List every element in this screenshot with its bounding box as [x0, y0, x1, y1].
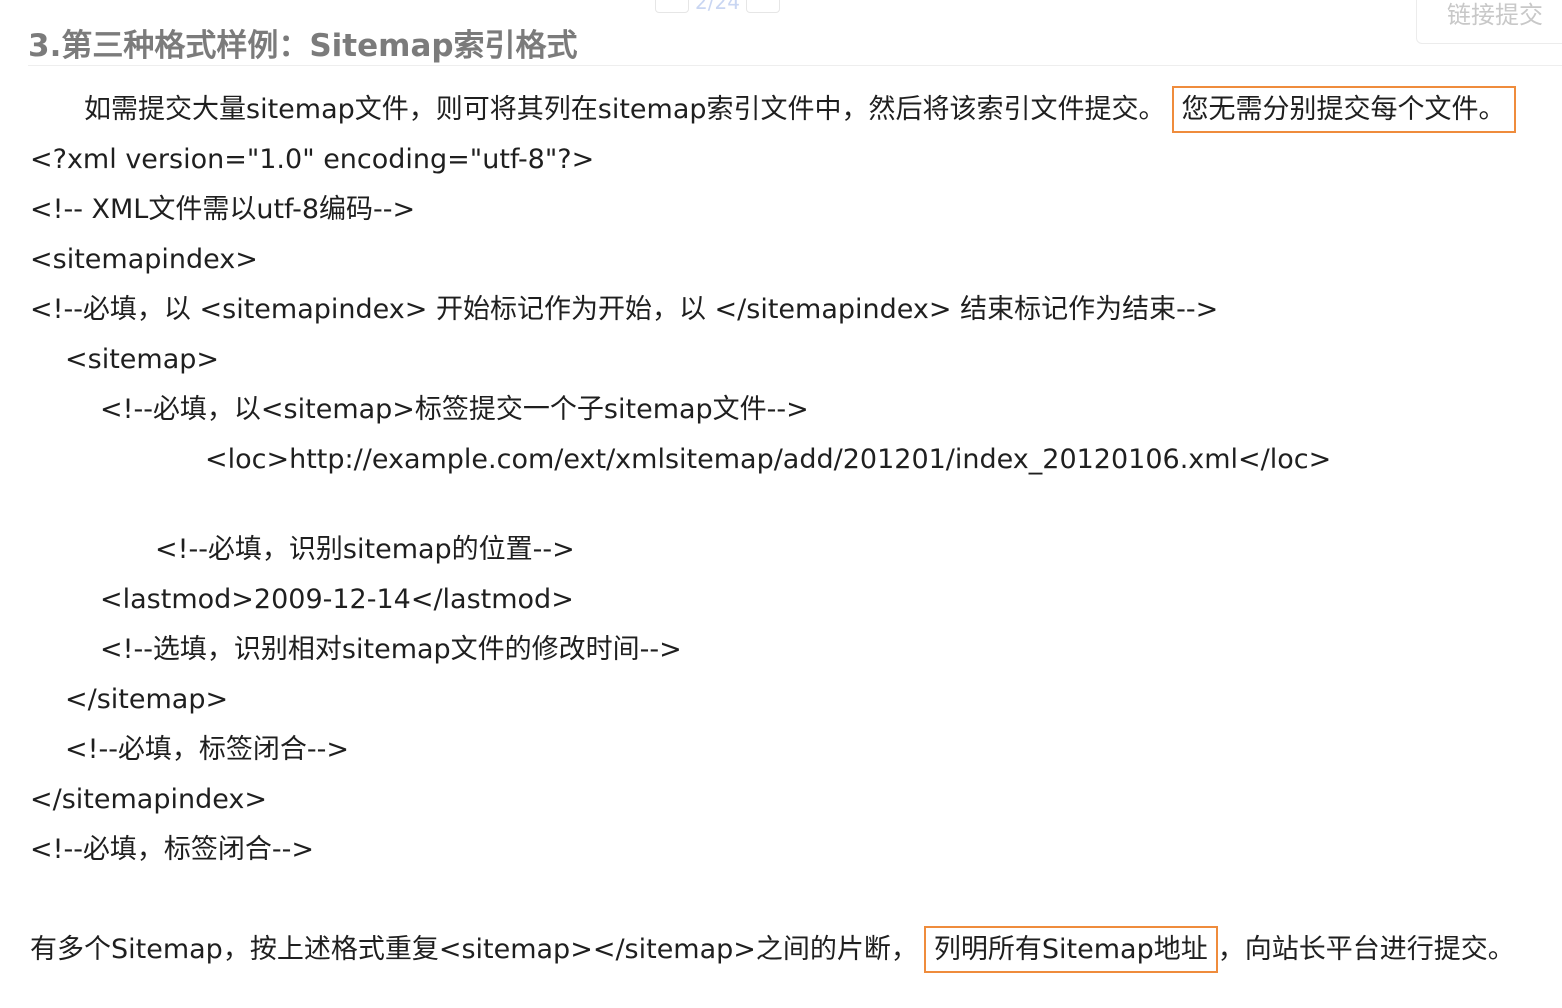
code-line: <loc>http://example.com/ext/xmlsitemap/a… [205, 444, 1332, 475]
code-line: <!--必填，标签闭合--> [65, 734, 350, 765]
code-line: <lastmod>2009-12-14</lastmod> [100, 584, 574, 615]
section-header: 3.第三种格式样例：Sitemap索引格式 [28, 0, 1562, 66]
code-line: <?xml version="1.0" encoding="utf-8"?> [30, 144, 595, 175]
code-line: <sitemap> [65, 344, 219, 375]
code-line: <!--选填，识别相对sitemap文件的修改时间--> [100, 634, 682, 665]
footer-paragraph: 有多个Sitemap，按上述格式重复<sitemap></sitemap>之间的… [30, 926, 1515, 973]
intro-text: 如需提交大量sitemap文件，则可将其列在sitemap索引文件中，然后将该索… [84, 94, 1166, 125]
code-line: <!--必填，识别sitemap的位置--> [155, 534, 575, 565]
section-title: 3.第三种格式样例：Sitemap索引格式 [28, 28, 578, 64]
footer-text-after: ，向站长平台进行提交。 [1217, 934, 1515, 965]
code-line: <!--必填，以 <sitemapindex> 开始标记作为开始，以 </sit… [30, 294, 1219, 325]
intro-paragraph: 如需提交大量sitemap文件，则可将其列在sitemap索引文件中，然后将该索… [84, 86, 1516, 133]
code-line: <!-- XML文件需以utf-8编码--> [30, 194, 416, 225]
footer-text-before: 有多个Sitemap，按上述格式重复<sitemap></sitemap>之间的… [30, 934, 918, 965]
code-line: <!--必填，标签闭合--> [30, 834, 315, 865]
code-line: </sitemap> [65, 684, 229, 715]
code-line: <!--必填，以<sitemap>标签提交一个子sitemap文件--> [100, 394, 809, 425]
code-line: <sitemapindex> [30, 244, 258, 275]
code-line: </sitemapindex> [30, 784, 267, 815]
footer-highlight: 列明所有Sitemap地址 [923, 926, 1218, 973]
intro-highlight: 您无需分别提交每个文件。 [1171, 86, 1516, 133]
